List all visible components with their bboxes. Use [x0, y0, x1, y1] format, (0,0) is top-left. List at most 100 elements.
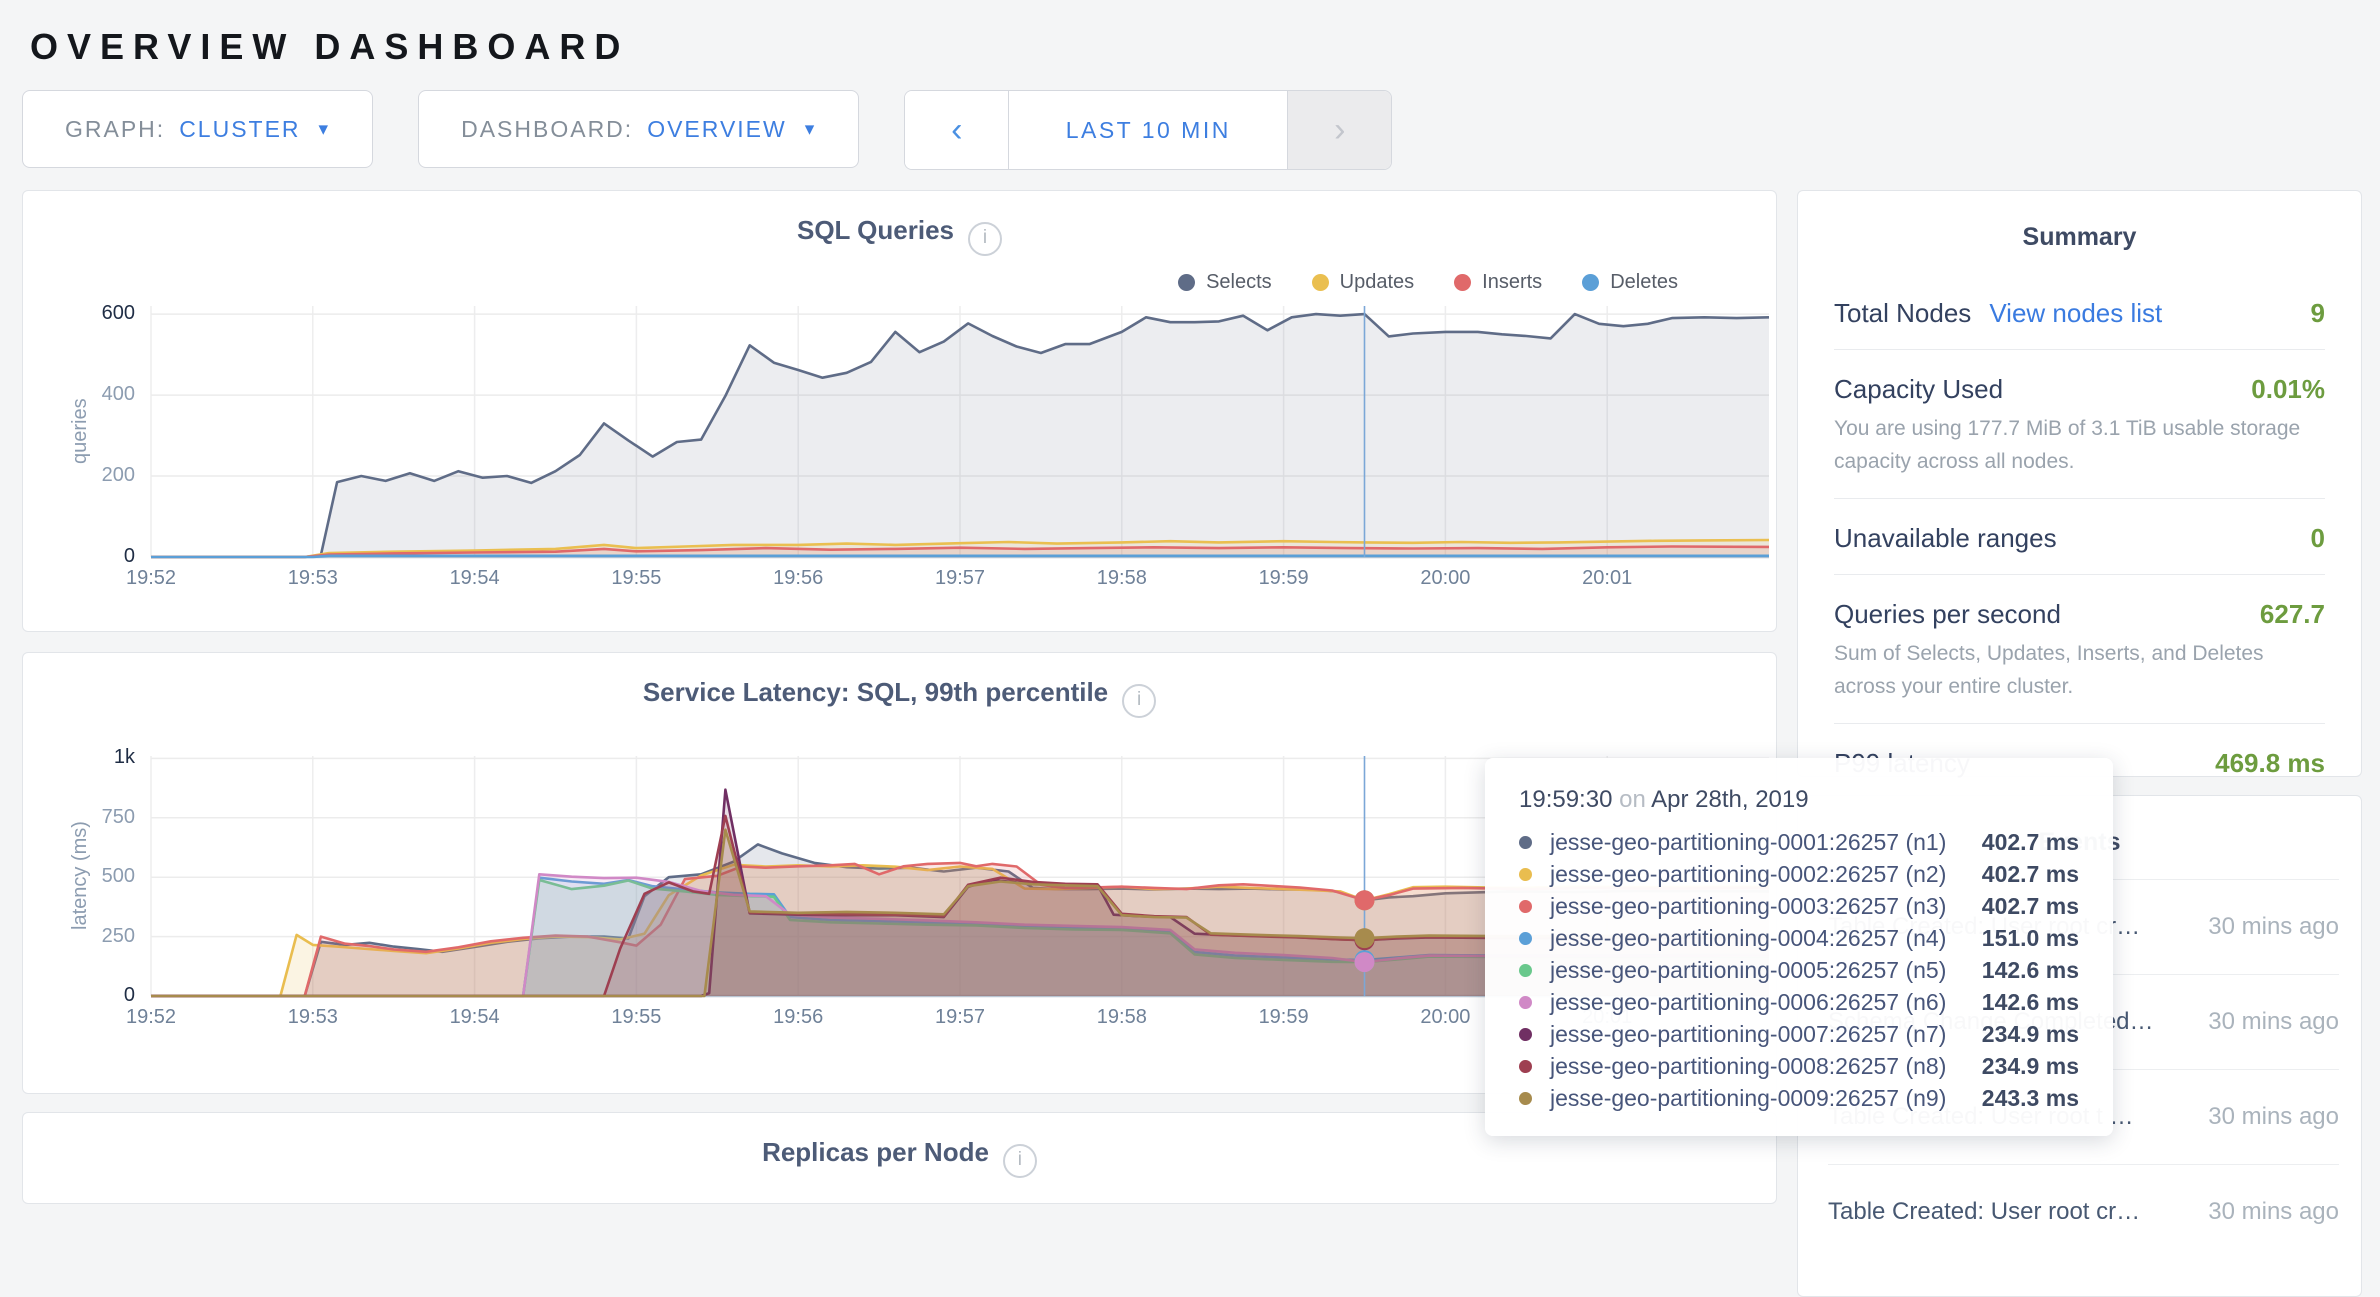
series-dot-icon	[1519, 1028, 1532, 1041]
legend-label: Deletes	[1610, 271, 1678, 294]
legend-label: Updates	[1340, 271, 1415, 294]
tooltip-row: jesse-geo-partitioning-0002:26257 (n2)40…	[1519, 858, 2079, 890]
chart-legend: Selects Updates Inserts Deletes	[1178, 271, 1678, 294]
legend-item-inserts[interactable]: Inserts	[1454, 271, 1542, 294]
y-axis-tick: 0	[23, 984, 135, 1007]
page-title: OVERVIEW DASHBOARD	[30, 26, 629, 68]
x-axis-tick: 20:00	[1400, 1006, 1490, 1029]
tooltip-node-value: 234.9 ms	[1982, 1021, 2079, 1048]
event-timestamp: 30 mins ago	[2189, 910, 2339, 944]
tooltip-node-value: 402.7 ms	[1982, 861, 2079, 888]
event-timestamp: 30 mins ago	[2189, 1005, 2339, 1039]
sql-queries-plot[interactable]	[151, 306, 1769, 557]
summary-row-capacity-used: Capacity Used 0.01% You are using 177.7 …	[1834, 349, 2325, 498]
y-axis-tick: 1k	[23, 746, 135, 769]
y-axis-tick: 600	[23, 302, 135, 325]
time-range-prev-button[interactable]: ‹	[905, 91, 1009, 169]
sql-queries-chart-card: SQL Queries i Selects Updates Inserts Delete…	[22, 190, 1777, 632]
x-axis-tick: 19:57	[915, 567, 1005, 590]
capacity-used-value: 0.01%	[2251, 374, 2325, 405]
tooltip-node-value: 243.3 ms	[1982, 1085, 2079, 1112]
tooltip-node-value: 142.6 ms	[1982, 957, 2079, 984]
legend-item-selects[interactable]: Selects	[1178, 271, 1272, 294]
tooltip-connector: on	[1619, 786, 1646, 813]
chevron-left-icon: ‹	[951, 111, 962, 150]
x-axis-tick: 19:52	[106, 567, 196, 590]
graph-dropdown[interactable]: GRAPH: CLUSTER ▾	[22, 90, 373, 168]
chart-hover-tooltip: 19:59:30 on Apr 28th, 2019 jesse-geo-par…	[1485, 758, 2113, 1136]
chevron-down-icon: ▾	[319, 118, 331, 141]
y-axis-tick: 0	[23, 545, 135, 568]
tooltip-row: jesse-geo-partitioning-0004:26257 (n4)15…	[1519, 922, 2079, 954]
summary-body: Total Nodes View nodes list 9 Capacity U…	[1798, 274, 2361, 799]
tooltip-node-value: 402.7 ms	[1982, 829, 2079, 856]
tooltip-row: jesse-geo-partitioning-0001:26257 (n1)40…	[1519, 826, 2079, 858]
y-axis-tick: 250	[23, 925, 135, 948]
legend-dot-icon	[1582, 274, 1599, 291]
time-range-label-button[interactable]: LAST 10 MIN	[1009, 91, 1287, 169]
event-row[interactable]: Table Created: User root cr…30 mins ago	[1828, 1164, 2339, 1259]
summary-row-queries-per-second: Queries per second 627.7 Sum of Selects,…	[1834, 574, 2325, 723]
view-nodes-list-link[interactable]: View nodes list	[1989, 298, 2162, 329]
x-axis-tick: 19:56	[753, 1006, 843, 1029]
info-icon[interactable]: i	[1122, 684, 1156, 718]
event-timestamp: 30 mins ago	[2189, 1100, 2339, 1134]
unavailable-ranges-label: Unavailable ranges	[1834, 523, 2057, 554]
tooltip-row: jesse-geo-partitioning-0008:26257 (n8)23…	[1519, 1050, 2079, 1082]
tooltip-node-name: jesse-geo-partitioning-0008:26257 (n8)	[1550, 1053, 1982, 1080]
total-nodes-value: 9	[2311, 298, 2325, 329]
tooltip-header: 19:59:30 on Apr 28th, 2019	[1519, 786, 2079, 814]
time-range-next-button[interactable]: ›	[1287, 91, 1391, 169]
x-axis-tick: 19:59	[1239, 567, 1329, 590]
tooltip-time: 19:59:30	[1519, 786, 1612, 813]
sql-queries-chart-title: SQL Queries	[797, 215, 954, 245]
dashboard-dropdown[interactable]: DASHBOARD: OVERVIEW ▾	[418, 90, 859, 168]
x-axis-tick: 19:54	[430, 1006, 520, 1029]
chart-title-row: SQL Queries i	[23, 215, 1776, 256]
tooltip-rows: jesse-geo-partitioning-0001:26257 (n1)40…	[1519, 826, 2079, 1114]
x-axis-tick: 19:55	[591, 567, 681, 590]
toolbar: GRAPH: CLUSTER ▾ DASHBOARD: OVERVIEW ▾ ‹…	[22, 90, 1392, 170]
y-axis-tick: 750	[23, 806, 135, 829]
graph-dropdown-value: CLUSTER	[179, 116, 300, 143]
x-axis-tick: 20:00	[1400, 567, 1490, 590]
tooltip-date: Apr 28th, 2019	[1651, 786, 1808, 813]
series-dot-icon	[1519, 900, 1532, 913]
dashboard-dropdown-label: DASHBOARD:	[461, 116, 633, 143]
tooltip-node-name: jesse-geo-partitioning-0004:26257 (n4)	[1550, 925, 1982, 952]
time-range-control: ‹ LAST 10 MIN ›	[904, 90, 1392, 170]
summary-panel-header: Summary	[1798, 191, 2361, 274]
legend-item-deletes[interactable]: Deletes	[1582, 271, 1678, 294]
y-axis-tick: 400	[23, 383, 135, 406]
summary-panel: Summary Total Nodes View nodes list 9 Ca…	[1797, 190, 2362, 777]
queries-per-second-description: Sum of Selects, Updates, Inserts, and De…	[1834, 638, 2325, 703]
info-icon[interactable]: i	[1003, 1144, 1037, 1178]
tooltip-node-name: jesse-geo-partitioning-0006:26257 (n6)	[1550, 989, 1982, 1016]
x-axis-tick: 19:59	[1239, 1006, 1329, 1029]
tooltip-node-value: 402.7 ms	[1982, 893, 2079, 920]
tooltip-node-value: 234.9 ms	[1982, 1053, 2079, 1080]
total-nodes-label: Total Nodes	[1834, 298, 1971, 329]
x-axis-tick: 19:55	[591, 1006, 681, 1029]
chart-title-row: Service Latency: SQL, 99th percentilei	[23, 677, 1776, 718]
info-icon[interactable]: i	[968, 222, 1002, 256]
legend-dot-icon	[1312, 274, 1329, 291]
legend-dot-icon	[1454, 274, 1471, 291]
series-dot-icon	[1519, 996, 1532, 1009]
legend-label: Selects	[1206, 271, 1272, 294]
legend-item-updates[interactable]: Updates	[1312, 271, 1415, 294]
unavailable-ranges-value: 0	[2311, 523, 2325, 554]
queries-per-second-value: 627.7	[2260, 599, 2325, 630]
p99-latency-value: 469.8 ms	[2215, 748, 2325, 779]
series-dot-icon	[1519, 1060, 1532, 1073]
tooltip-node-name: jesse-geo-partitioning-0005:26257 (n5)	[1550, 957, 1982, 984]
event-timestamp: 30 mins ago	[2189, 1195, 2339, 1229]
summary-row-total-nodes: Total Nodes View nodes list 9	[1834, 274, 2325, 349]
replicas-per-node-chart-title: Replicas per Node	[762, 1137, 989, 1167]
dashboard-dropdown-value: OVERVIEW	[647, 116, 787, 143]
series-dot-icon	[1519, 868, 1532, 881]
tooltip-node-name: jesse-geo-partitioning-0009:26257 (n9)	[1550, 1085, 1982, 1112]
x-axis-tick: 19:58	[1077, 567, 1167, 590]
legend-label: Inserts	[1482, 271, 1542, 294]
tooltip-row: jesse-geo-partitioning-0005:26257 (n5)14…	[1519, 954, 2079, 986]
